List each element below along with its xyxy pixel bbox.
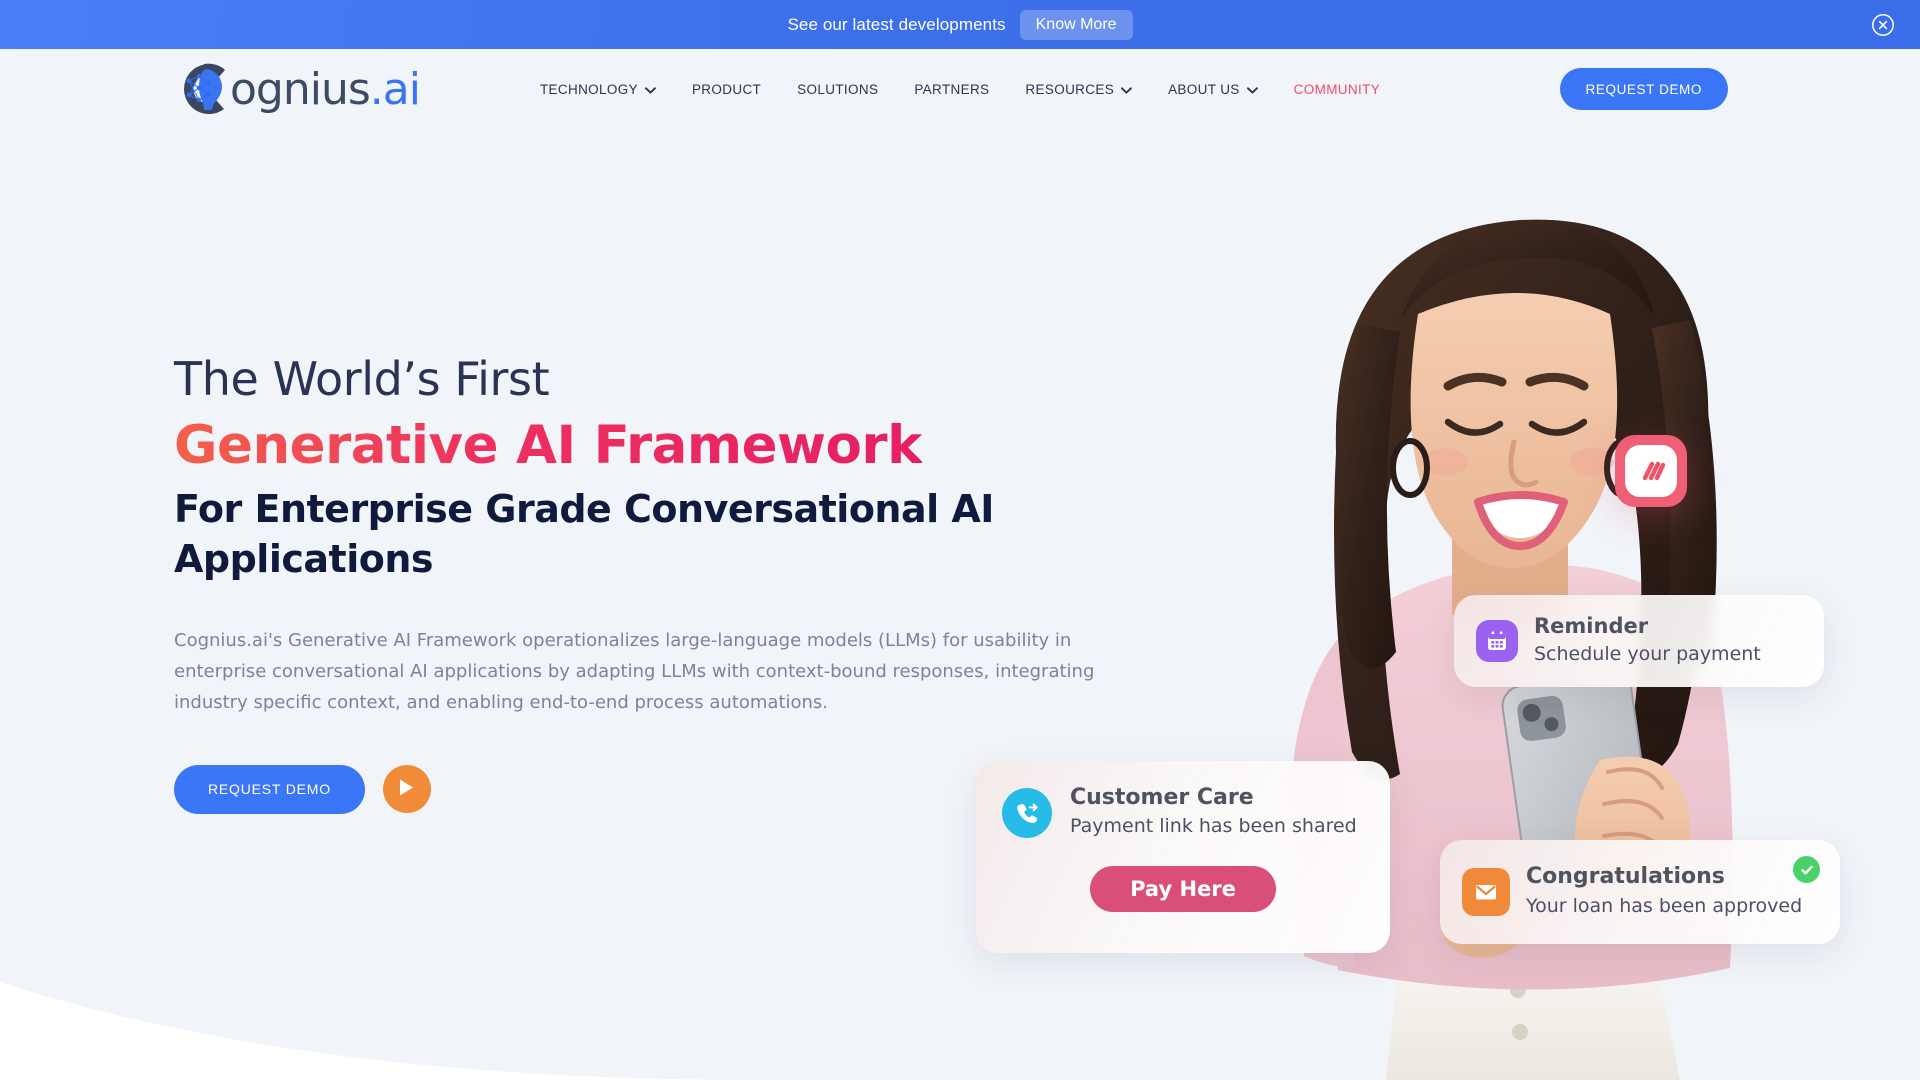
hero-subheadline: For Enterprise Grade Conversational AI A…: [174, 487, 994, 581]
slashes-tile-icon: [1625, 445, 1677, 497]
nav-label: ABOUT US: [1168, 81, 1240, 97]
chevron-down-icon: [1121, 82, 1133, 97]
page-root: See our latest developments Know More og…: [0, 0, 1920, 1080]
site-header: ognius.ai TECHNOLOGY PRODUCT SOLUTIONS P…: [0, 49, 1920, 129]
chevron-down-icon: [1246, 82, 1258, 97]
nav-item-product[interactable]: PRODUCT: [674, 82, 779, 97]
nav-label: TECHNOLOGY: [539, 81, 638, 97]
nav-item-about-us[interactable]: ABOUT US: [1150, 82, 1276, 97]
nav-label: PARTNERS: [914, 81, 990, 97]
card-text: Customer Care Payment link has been shar…: [1070, 785, 1357, 840]
header-request-demo-button[interactable]: REQUEST DEMO: [1559, 68, 1728, 110]
card-text: Reminder Schedule your payment: [1534, 614, 1761, 668]
nav-label: PRODUCT: [691, 81, 762, 97]
check-circle-icon: [1793, 856, 1820, 883]
card-header: Customer Care Payment link has been shar…: [1002, 785, 1364, 840]
banner-message: See our latest developments: [787, 14, 1006, 34]
notification-card-reminder[interactable]: Reminder Schedule your payment: [1454, 595, 1824, 687]
hero-request-demo-button[interactable]: REQUEST DEMO: [174, 764, 365, 814]
nav-item-partners[interactable]: PARTNERS: [896, 82, 1007, 97]
nav-item-technology[interactable]: TECHNOLOGY: [522, 82, 674, 97]
notification-card-customer-care[interactable]: Customer Care Payment link has been shar…: [976, 761, 1390, 953]
phone-forward-icon: [1002, 787, 1052, 838]
close-circle-icon[interactable]: [1870, 12, 1896, 38]
decorative-corner-curve: [0, 982, 760, 1080]
nav-item-resources[interactable]: RESOURCES: [1007, 82, 1150, 97]
card-title: Customer Care: [1070, 785, 1254, 810]
play-video-button[interactable]: [382, 765, 431, 814]
floating-brand-tile: [1615, 435, 1687, 507]
nav-label: COMMUNITY: [1293, 81, 1381, 97]
mail-icon: [1462, 868, 1510, 916]
card-title: Reminder: [1534, 614, 1649, 639]
notification-card-congratulations[interactable]: Congratulations Your loan has been appro…: [1440, 840, 1840, 944]
play-icon: [398, 778, 415, 800]
announcement-banner: See our latest developments Know More: [0, 0, 1920, 49]
calendar-icon: [1476, 620, 1518, 662]
nav-label: RESOURCES: [1025, 81, 1115, 97]
chevron-down-icon: [645, 82, 656, 97]
logo-name: ognius: [230, 63, 371, 115]
card-subtitle: Payment link has been shared: [1070, 815, 1357, 838]
card-text: Congratulations Your loan has been appro…: [1526, 864, 1802, 919]
hero-content: The World’s First Generative AI Framewor…: [174, 352, 1234, 814]
hero-eyebrow: The World’s First: [174, 352, 550, 406]
cognius-brain-profile-icon: [172, 57, 236, 121]
logo-tld: .ai: [369, 63, 421, 115]
logo[interactable]: ognius.ai: [172, 57, 421, 121]
hero-paragraph: Cognius.ai's Generative AI Framework ope…: [174, 629, 1095, 713]
nav-item-solutions[interactable]: SOLUTIONS: [779, 82, 896, 97]
card-title: Congratulations: [1526, 864, 1725, 890]
card-subtitle: Schedule your payment: [1534, 643, 1761, 666]
card-subtitle: Your loan has been approved: [1526, 894, 1803, 917]
main-navigation: TECHNOLOGY PRODUCT SOLUTIONS PARTNERS RE…: [522, 82, 1398, 97]
logo-wordmark: ognius.ai: [230, 63, 421, 115]
hero-headline: Generative AI Framework: [174, 412, 922, 481]
know-more-button[interactable]: Know More: [1019, 9, 1133, 40]
pay-here-button[interactable]: Pay Here: [1090, 866, 1276, 913]
nav-item-community[interactable]: COMMUNITY: [1276, 82, 1398, 97]
nav-label: SOLUTIONS: [797, 81, 879, 97]
